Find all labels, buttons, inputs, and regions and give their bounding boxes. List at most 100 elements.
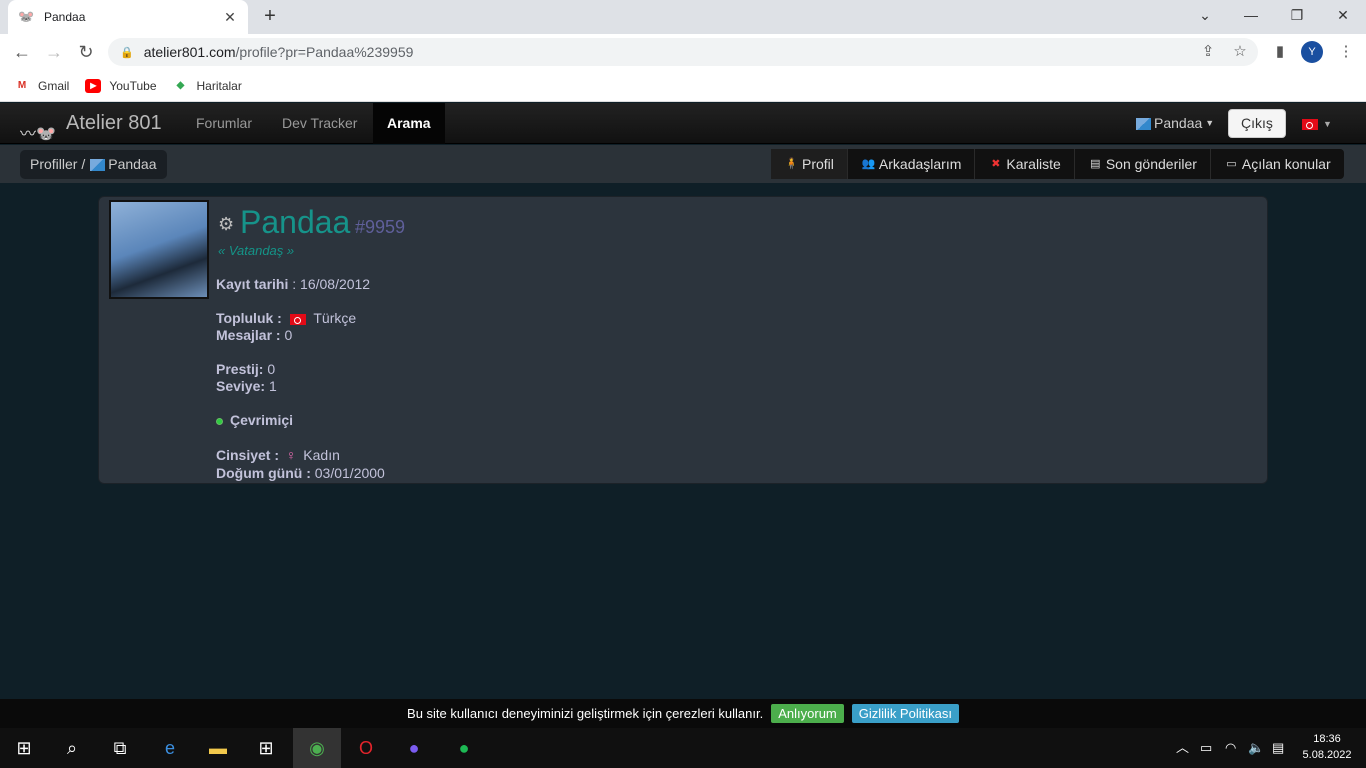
registered-label: Kayıt tarihi bbox=[216, 276, 289, 292]
prestige-row: Prestij: 0 bbox=[216, 361, 275, 377]
blacklist-icon: ✖ bbox=[991, 158, 1001, 170]
restore-icon[interactable]: ❐ bbox=[1274, 0, 1320, 30]
profile-photo bbox=[109, 200, 209, 299]
online-status: Çevrimiçi bbox=[216, 412, 293, 428]
bookmark-youtube[interactable]: ▶ YouTube bbox=[85, 78, 157, 93]
edge-icon[interactable]: e bbox=[146, 728, 194, 768]
logout-button[interactable]: Çıkış bbox=[1228, 109, 1286, 138]
nav-dev-tracker[interactable]: Dev Tracker bbox=[268, 103, 371, 144]
search-icon[interactable]: ⌕ bbox=[48, 728, 96, 768]
task-view-icon[interactable]: ⧉ bbox=[96, 728, 144, 768]
birthday-value: 03/01/2000 bbox=[314, 465, 385, 481]
nav-search[interactable]: Arama bbox=[373, 103, 445, 144]
gear-icon[interactable]: ⚙ bbox=[218, 214, 234, 235]
profile-rank: « Vatandaş » bbox=[218, 243, 295, 258]
volume-icon[interactable]: 🔈 bbox=[1248, 728, 1264, 768]
chrome-icon[interactable]: ◉ bbox=[293, 728, 341, 768]
url-path: /profile?pr=Pandaa%239959 bbox=[235, 44, 414, 60]
user-menu-name: Pandaa bbox=[1154, 115, 1203, 131]
registered-value: : 16/08/2012 bbox=[292, 276, 371, 292]
caret-down-icon: ▼ bbox=[1323, 119, 1332, 129]
url-host: atelier801.com bbox=[143, 44, 236, 60]
breadcrumb-profiles[interactable]: Profiller / bbox=[30, 150, 85, 179]
user-badge-icon bbox=[90, 158, 106, 171]
profile-avatar[interactable]: Y bbox=[1301, 41, 1323, 63]
minimize-icon[interactable]: — bbox=[1228, 0, 1274, 30]
kebab-menu-icon[interactable]: ⋮ bbox=[1334, 38, 1358, 66]
birthday-row: Doğum günü : 03/01/2000 bbox=[216, 465, 385, 481]
maps-icon: ◆ bbox=[176, 79, 185, 91]
cookie-message: Bu site kullanıcı deneyiminizi geliştirm… bbox=[407, 706, 764, 721]
online-dot-icon bbox=[216, 417, 223, 425]
discord-icon[interactable]: ● bbox=[390, 728, 438, 768]
prestige-value: 0 bbox=[267, 361, 276, 377]
tab-recent-posts[interactable]: ▤ Son gönderiler bbox=[1075, 149, 1211, 179]
notifications-icon[interactable]: ▤ bbox=[1272, 728, 1284, 768]
community-label: Topluluk : bbox=[216, 310, 282, 326]
tab-blacklist[interactable]: ✖ Karaliste bbox=[975, 149, 1075, 179]
user-badge-icon bbox=[1136, 117, 1151, 130]
store-icon[interactable]: ⊞ bbox=[242, 728, 290, 768]
profile-tag: #9959 bbox=[355, 217, 406, 237]
breadcrumb: Profiller / Pandaa bbox=[20, 150, 167, 179]
close-tab-icon[interactable]: ✕ bbox=[222, 9, 238, 26]
mouse-logo-icon: 〰🐭 bbox=[20, 125, 56, 143]
accept-cookies-button[interactable]: Anlıyorum bbox=[771, 704, 844, 723]
bookmark-maps[interactable]: ◆ Haritalar bbox=[173, 79, 242, 93]
tab-friends[interactable]: 👥 Arkadaşlarım bbox=[848, 149, 976, 179]
privacy-policy-button[interactable]: Gizlilik Politikası bbox=[851, 704, 959, 723]
back-arrow-icon[interactable]: ← bbox=[8, 38, 36, 66]
tray-chevron-up-icon[interactable]: ︿ bbox=[1176, 728, 1189, 768]
female-symbol-icon: ♀ bbox=[285, 447, 297, 463]
reload-icon[interactable]: ↻ bbox=[72, 38, 100, 66]
messages-label: Mesajlar : bbox=[216, 327, 281, 343]
battery-icon[interactable]: ▭ bbox=[1200, 728, 1212, 768]
prestige-label: Prestij: bbox=[216, 361, 264, 377]
caret-down-icon: ▼ bbox=[1205, 118, 1215, 128]
tab-profile[interactable]: 🧍 Profil bbox=[771, 149, 848, 179]
clock-date: 5.08.2022 bbox=[1302, 749, 1352, 761]
spotify-icon[interactable]: ● bbox=[440, 728, 488, 768]
forward-arrow-icon[interactable]: → bbox=[40, 38, 68, 66]
level-label: Seviye: bbox=[216, 378, 266, 394]
taskbar-clock[interactable]: 18:36 5.08.2022 bbox=[1296, 731, 1358, 763]
browser-tab[interactable]: 🐭 Pandaa ✕ bbox=[8, 0, 248, 34]
brand-name: Atelier 801 bbox=[66, 112, 162, 134]
close-window-icon[interactable]: ✕ bbox=[1320, 0, 1366, 30]
birthday-label: Doğum günü : bbox=[216, 465, 311, 481]
side-panel-icon[interactable]: ▮ bbox=[1268, 38, 1292, 66]
level-value: 1 bbox=[268, 378, 277, 394]
registered-row: Kayıt tarihi : 16/08/2012 bbox=[216, 276, 370, 292]
wifi-icon[interactable]: ◠ bbox=[1225, 728, 1236, 768]
breadcrumb-user[interactable]: Pandaa bbox=[108, 150, 156, 179]
gmail-icon: M bbox=[17, 79, 27, 91]
topics-icon: ▭ bbox=[1226, 158, 1237, 170]
gender-label: Cinsiyet : bbox=[216, 447, 280, 463]
nav-forums[interactable]: Forumlar bbox=[182, 103, 266, 144]
address-bar[interactable]: 🔒 atelier801.com/profile?pr=Pandaa%23995… bbox=[108, 38, 1258, 66]
new-tab-icon[interactable]: + bbox=[258, 5, 282, 29]
share-icon[interactable]: ⇪ bbox=[1196, 38, 1220, 66]
posts-icon: ▤ bbox=[1090, 158, 1101, 170]
gender-value: Kadın bbox=[303, 447, 340, 463]
messages-row: Mesajlar : 0 bbox=[216, 327, 292, 343]
profile-avatar-icon: 🧍 bbox=[784, 158, 799, 170]
level-row: Seviye: 1 bbox=[216, 378, 277, 394]
clock-time: 18:36 bbox=[1313, 733, 1341, 745]
messages-value: 0 bbox=[284, 327, 293, 343]
profile-name: Pandaa bbox=[240, 204, 351, 240]
opera-icon[interactable]: O bbox=[342, 728, 390, 768]
tab-search-chevron-icon[interactable]: ⌄ bbox=[1182, 0, 1228, 30]
bookmark-star-icon[interactable]: ☆ bbox=[1228, 38, 1252, 66]
user-menu[interactable]: Pandaa ▼ bbox=[1136, 103, 1214, 144]
file-explorer-icon[interactable]: ▬ bbox=[194, 728, 242, 768]
online-status-label: Çevrimiçi bbox=[230, 412, 294, 428]
windows-start-icon[interactable]: ⊞ bbox=[0, 728, 48, 768]
language-selector[interactable]: ▼ bbox=[1302, 118, 1332, 130]
bookmark-gmail[interactable]: M Gmail bbox=[14, 79, 70, 93]
tab-opened-topics[interactable]: ▭ Açılan konular bbox=[1211, 149, 1344, 179]
lock-icon[interactable]: 🔒 bbox=[120, 46, 134, 59]
site-brand[interactable]: 〰🐭 Atelier 801 bbox=[20, 103, 162, 144]
profile-tabs: 🧍 Profil 👥 Arkadaşlarım ✖ Karaliste ▤ So… bbox=[771, 149, 1344, 179]
gender-row: Cinsiyet : ♀ Kadın bbox=[216, 447, 340, 463]
